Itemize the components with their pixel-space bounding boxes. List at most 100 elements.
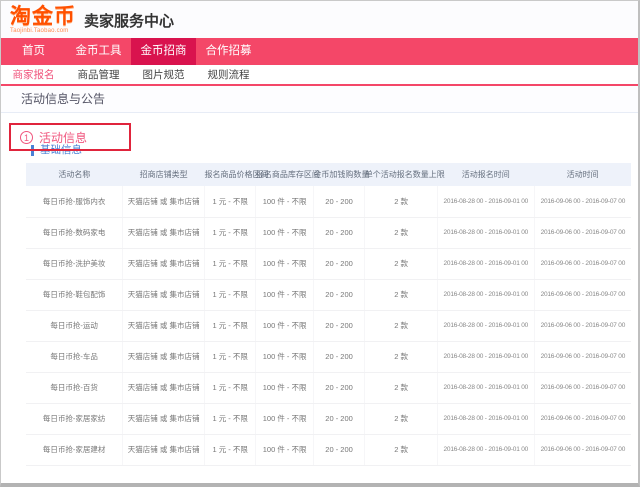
table-cell: 每日币抢-百货 xyxy=(26,372,123,403)
section-title: 活动信息与公告 xyxy=(1,86,638,113)
table-row: 每日币抢-服饰内衣天猫店铺 或 集市店铺1 元 - 不限100 件 - 不限20… xyxy=(26,186,631,217)
table-cell: 天猫店铺 或 集市店铺 xyxy=(123,279,205,310)
table-cell: 20 - 200 xyxy=(313,279,364,310)
table-cell: 天猫店铺 或 集市店铺 xyxy=(123,248,205,279)
subnav-item-product-management[interactable]: 商品管理 xyxy=(66,65,131,84)
table-cell: 20 - 200 xyxy=(313,310,364,341)
table-cell: 20 - 200 xyxy=(313,434,364,465)
logo-text: 淘金币 xyxy=(10,6,76,27)
table-cell: 每日币抢-车品 xyxy=(26,341,123,372)
table-cell: 2016-08-28 00 - 2016-09-01 00 xyxy=(437,186,534,217)
col-header-stock-range: 报名商品库存区间 xyxy=(256,163,313,186)
table-cell: 2 款 xyxy=(365,372,438,403)
table-row: 每日币抢-家居建材天猫店铺 或 集市店铺1 元 - 不限100 件 - 不限20… xyxy=(26,434,631,465)
table-cell: 2016-08-28 00 - 2016-09-01 00 xyxy=(437,279,534,310)
table-cell: 天猫店铺 或 集市店铺 xyxy=(123,372,205,403)
table-cell: 天猫店铺 或 集市店铺 xyxy=(123,434,205,465)
table-cell: 2016-08-28 00 - 2016-09-01 00 xyxy=(437,217,534,248)
col-header-signup-time: 活动报名时间 xyxy=(437,163,534,186)
table-row: 每日币抢-家居家纺天猫店铺 或 集市店铺1 元 - 不限100 件 - 不限20… xyxy=(26,403,631,434)
table-cell: 20 - 200 xyxy=(313,248,364,279)
main-nav: 首页 金币工具 金币招商 合作招募 xyxy=(1,38,638,65)
table-cell: 每日币抢-运动 xyxy=(26,310,123,341)
col-header-price-range: 报名商品价格区间 xyxy=(204,163,255,186)
col-header-max-signup-qty: 单个活动报名数量上限 xyxy=(365,163,438,186)
step-number-circle: 1 xyxy=(20,131,33,144)
table-cell: 2016-09-06 00 - 2016-09-07 00 xyxy=(534,341,631,372)
table-cell: 每日币抢-家居建材 xyxy=(26,434,123,465)
table-row: 每日币抢-洗护美妆天猫店铺 或 集市店铺1 元 - 不限100 件 - 不限20… xyxy=(26,248,631,279)
table-cell: 2016-09-06 00 - 2016-09-07 00 xyxy=(534,372,631,403)
table-cell: 每日币抢-鞋包配饰 xyxy=(26,279,123,310)
table-cell: 2016-09-06 00 - 2016-09-07 00 xyxy=(534,186,631,217)
table-cell: 2016-08-28 00 - 2016-09-01 00 xyxy=(437,310,534,341)
table-cell: 1 元 - 不限 xyxy=(204,310,255,341)
nav-item-coin-investment[interactable]: 金币招商 xyxy=(131,38,196,65)
table-cell: 2016-09-06 00 - 2016-09-07 00 xyxy=(534,434,631,465)
logo-subtext: Taojinbi.Taobao.com xyxy=(10,28,76,34)
table-body: 每日币抢-服饰内衣天猫店铺 或 集市店铺1 元 - 不限100 件 - 不限20… xyxy=(26,186,631,465)
nav-item-home[interactable]: 首页 xyxy=(1,38,66,65)
table-cell: 1 元 - 不限 xyxy=(204,372,255,403)
table-cell: 2016-08-28 00 - 2016-09-01 00 xyxy=(437,434,534,465)
table-cell: 20 - 200 xyxy=(313,403,364,434)
table-cell: 1 元 - 不限 xyxy=(204,279,255,310)
table-row: 每日币抢-百货天猫店铺 或 集市店铺1 元 - 不限100 件 - 不限20 -… xyxy=(26,372,631,403)
table-cell: 每日币抢-洗护美妆 xyxy=(26,248,123,279)
table-cell: 天猫店铺 或 集市店铺 xyxy=(123,403,205,434)
table-cell: 2 款 xyxy=(365,434,438,465)
table-cell: 2016-08-28 00 - 2016-09-01 00 xyxy=(437,372,534,403)
col-header-activity-time: 活动时间 xyxy=(534,163,631,186)
table-cell: 天猫店铺 或 集市店铺 xyxy=(123,341,205,372)
table-cell: 每日币抢-家居家纺 xyxy=(26,403,123,434)
table-cell: 天猫店铺 或 集市店铺 xyxy=(123,310,205,341)
table-cell: 100 件 - 不限 xyxy=(256,279,313,310)
nav-item-cooperation[interactable]: 合作招募 xyxy=(196,38,261,65)
annotation-highlight-box: 1 活动信息 xyxy=(9,123,131,151)
table-cell: 2016-09-06 00 - 2016-09-07 00 xyxy=(534,217,631,248)
table-cell: 1 元 - 不限 xyxy=(204,248,255,279)
table-cell: 2 款 xyxy=(365,279,438,310)
table-cell: 每日币抢-数码家电 xyxy=(26,217,123,248)
table-cell: 1 元 - 不限 xyxy=(204,186,255,217)
sub-nav: 商家报名 商品管理 图片规范 规则流程 xyxy=(1,65,638,86)
table-cell: 100 件 - 不限 xyxy=(256,310,313,341)
table-cell: 100 件 - 不限 xyxy=(256,403,313,434)
subnav-item-merchant-signup[interactable]: 商家报名 xyxy=(1,65,66,84)
table-cell: 2 款 xyxy=(365,341,438,372)
table-header: 活动名称 招商店铺类型 报名商品价格区间 报名商品库存区间 金币加钱购数量 单个… xyxy=(26,163,631,186)
subnav-item-image-standards[interactable]: 图片规范 xyxy=(131,65,196,84)
table-cell: 2 款 xyxy=(365,403,438,434)
table-cell: 20 - 200 xyxy=(313,186,364,217)
table-cell: 天猫店铺 或 集市店铺 xyxy=(123,217,205,248)
table-cell: 100 件 - 不限 xyxy=(256,372,313,403)
table-cell: 2016-09-06 00 - 2016-09-07 00 xyxy=(534,248,631,279)
page-title: 卖家服务中心 xyxy=(84,8,174,31)
table-row: 每日币抢-鞋包配饰天猫店铺 或 集市店铺1 元 - 不限100 件 - 不限20… xyxy=(26,279,631,310)
table-cell: 2016-08-28 00 - 2016-09-01 00 xyxy=(437,248,534,279)
table-cell: 100 件 - 不限 xyxy=(256,248,313,279)
table-cell: 100 件 - 不限 xyxy=(256,341,313,372)
col-header-shop-type: 招商店铺类型 xyxy=(123,163,205,186)
table-cell: 100 件 - 不限 xyxy=(256,217,313,248)
taojinbi-logo[interactable]: 淘金币 Taojinbi.Taobao.com xyxy=(10,6,76,34)
subnav-item-rules-process[interactable]: 规则流程 xyxy=(196,65,261,84)
table-cell: 2016-09-06 00 - 2016-09-07 00 xyxy=(534,403,631,434)
table-cell: 2016-08-28 00 - 2016-09-01 00 xyxy=(437,403,534,434)
table-cell: 2016-09-06 00 - 2016-09-07 00 xyxy=(534,279,631,310)
table-cell: 20 - 200 xyxy=(313,217,364,248)
nav-item-coin-tools[interactable]: 金币工具 xyxy=(66,38,131,65)
table-cell: 天猫店铺 或 集市店铺 xyxy=(123,186,205,217)
activity-table: 活动名称 招商店铺类型 报名商品价格区间 报名商品库存区间 金币加钱购数量 单个… xyxy=(26,163,631,466)
table-row: 每日币抢-运动天猫店铺 或 集市店铺1 元 - 不限100 件 - 不限20 -… xyxy=(26,310,631,341)
table-cell: 20 - 200 xyxy=(313,341,364,372)
table-cell: 1 元 - 不限 xyxy=(204,403,255,434)
page: 淘金币 Taojinbi.Taobao.com 卖家服务中心 首页 金币工具 金… xyxy=(0,0,640,487)
table-cell: 1 元 - 不限 xyxy=(204,217,255,248)
table-row: 每日币抢-车品天猫店铺 或 集市店铺1 元 - 不限100 件 - 不限20 -… xyxy=(26,341,631,372)
table-cell: 每日币抢-服饰内衣 xyxy=(26,186,123,217)
col-header-coin-purchase-qty: 金币加钱购数量 xyxy=(313,163,364,186)
table-cell: 2 款 xyxy=(365,186,438,217)
activity-info-heading: 活动信息 xyxy=(39,129,87,146)
table-cell: 2016-08-28 00 - 2016-09-01 00 xyxy=(437,341,534,372)
